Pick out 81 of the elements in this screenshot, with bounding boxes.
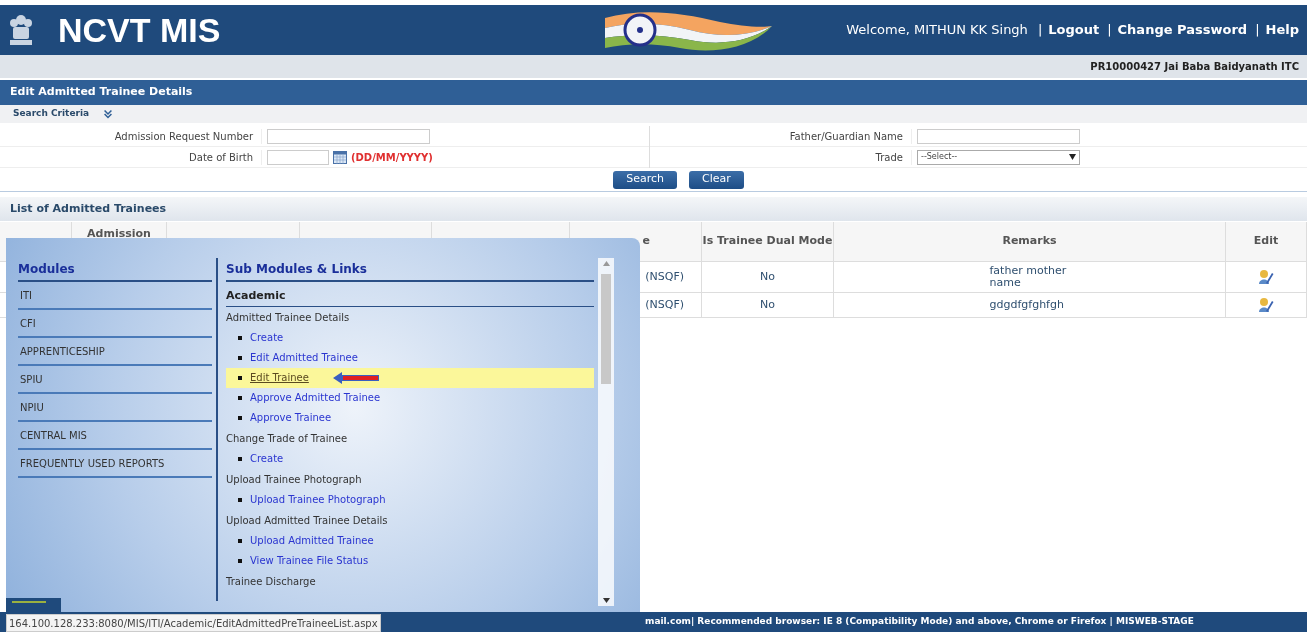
submodule-link[interactable]: Approve Trainee [250,410,332,425]
submodule-link[interactable]: Approve Admitted Trainee [250,390,381,405]
submodule-link[interactable]: View Trainee File Status [250,553,369,568]
group-heading: Trainee Discharge [226,574,317,589]
submodule-link[interactable]: Edit Admitted Trainee [250,350,358,365]
submodule-link[interactable]: Create [250,451,284,466]
module-menu-item[interactable]: ITI [18,282,212,310]
bullet-icon [238,335,242,340]
table-cell-text: (NSQF) [645,296,684,313]
date-input-field[interactable] [267,149,329,165]
emblem-icon [8,13,34,47]
bullet-icon [238,558,242,563]
separator-text: | [1255,21,1260,40]
field-label: Father/Guardian Name [650,128,912,144]
field-label: Date of Birth [0,149,262,165]
field-label: Trade [650,149,912,165]
column-header: Is Trainee Dual Mode [702,233,833,250]
bullet-icon [238,538,242,543]
bullet-icon [238,375,242,380]
scroll-up-arrow-icon[interactable] [602,261,610,266]
expand-chevron-icon[interactable] [103,108,114,120]
group-heading: Change Trade of Trainee [226,431,349,446]
table-cell-text: No [760,268,775,285]
submodule-link[interactable]: Upload Admitted Trainee [250,533,374,548]
welcome-text: Welcome, MITHUN KK Singh [846,21,1028,40]
form-button[interactable]: Search [613,170,677,189]
table-cell-text: (NSQF) [645,268,684,285]
institute-text: PR10000427 Jai Baba Baidyanath ITC [1090,60,1299,74]
minimized-tab[interactable] [6,598,61,613]
header-link[interactable]: Change Password [1117,20,1248,40]
table-cell-text: gdgdfgfghfgh [989,299,1065,311]
module-menu-item[interactable]: CENTRAL MIS [18,422,212,450]
bullet-icon [238,355,242,360]
footer-text: mail.com| Recommended browser: IE 8 (Compatibility Mode) and above, Chrome or Firefox | MISWEB-STAGE [645,615,1194,629]
form-button[interactable]: Clear [689,170,744,189]
module-menu-item[interactable]: APPRENTICESHIP [18,338,212,366]
trade-dropdown[interactable]: --Select-- [917,149,1080,165]
menu-heading: Sub Modules & Links [226,260,594,282]
separator-text: | [1107,21,1112,40]
bullet-icon [238,415,242,420]
bullet-icon [238,497,242,502]
submodule-link[interactable]: Edit Trainee [250,370,309,385]
table-cell-text: No [760,296,775,313]
search-criteria-label: Search Criteria [13,107,90,121]
bullet-icon [238,456,242,461]
scrollbar[interactable] [598,258,614,606]
separator-text: | [1037,21,1043,40]
list-title: List of Admitted Trainees [10,200,167,217]
column-header: Admission [87,226,151,242]
text-input-field[interactable] [267,128,430,144]
section-heading: Academic [226,288,594,307]
bullet-icon [238,395,242,400]
column-header: Remarks [1002,233,1057,250]
header-link[interactable]: Logout [1048,20,1100,40]
column-header: Edit [1253,233,1279,250]
left-arrow-icon [332,371,379,384]
section-title: Edit Admitted Trainee Details [10,84,193,101]
dropdown-arrow-icon [1069,154,1076,160]
group-heading: Upload Trainee Photograph [226,472,363,487]
module-menu-item[interactable]: CFI [18,310,212,338]
field-label: Admission Request Number [0,128,262,144]
group-heading: Admitted Trainee Details [226,310,351,325]
date-format-hint: (DD/MM/YYYY) [351,150,433,165]
module-menu-item[interactable]: NPIU [18,394,212,422]
column-header: e [642,233,650,250]
edit-person-pencil-icon[interactable] [1258,297,1274,313]
submodule-link[interactable]: Upload Trainee Photograph [250,492,386,507]
table-cell-text: father mother name [989,265,1068,289]
submodule-link[interactable]: Create [250,330,284,345]
scrollbar-thumb[interactable] [601,274,611,384]
edit-person-pencil-icon[interactable] [1258,269,1274,285]
header-link[interactable]: Help [1265,20,1299,40]
scroll-down-arrow-icon[interactable] [602,598,610,603]
module-menu-item[interactable]: SPIU [18,366,212,394]
app-title: NCVT MIS [58,13,221,47]
text-input-field[interactable] [917,128,1080,144]
menu-heading: Modules [18,260,212,282]
status-url-text: 164.100.128.233:8080/MIS/ITI/Academic/EditAdmittedPreTraineeList.aspx [9,616,378,631]
module-menu-item[interactable]: FREQUENTLY USED REPORTS [18,450,212,478]
calendar-icon[interactable] [333,150,347,164]
group-heading: Upload Admitted Trainee Details [226,513,389,528]
